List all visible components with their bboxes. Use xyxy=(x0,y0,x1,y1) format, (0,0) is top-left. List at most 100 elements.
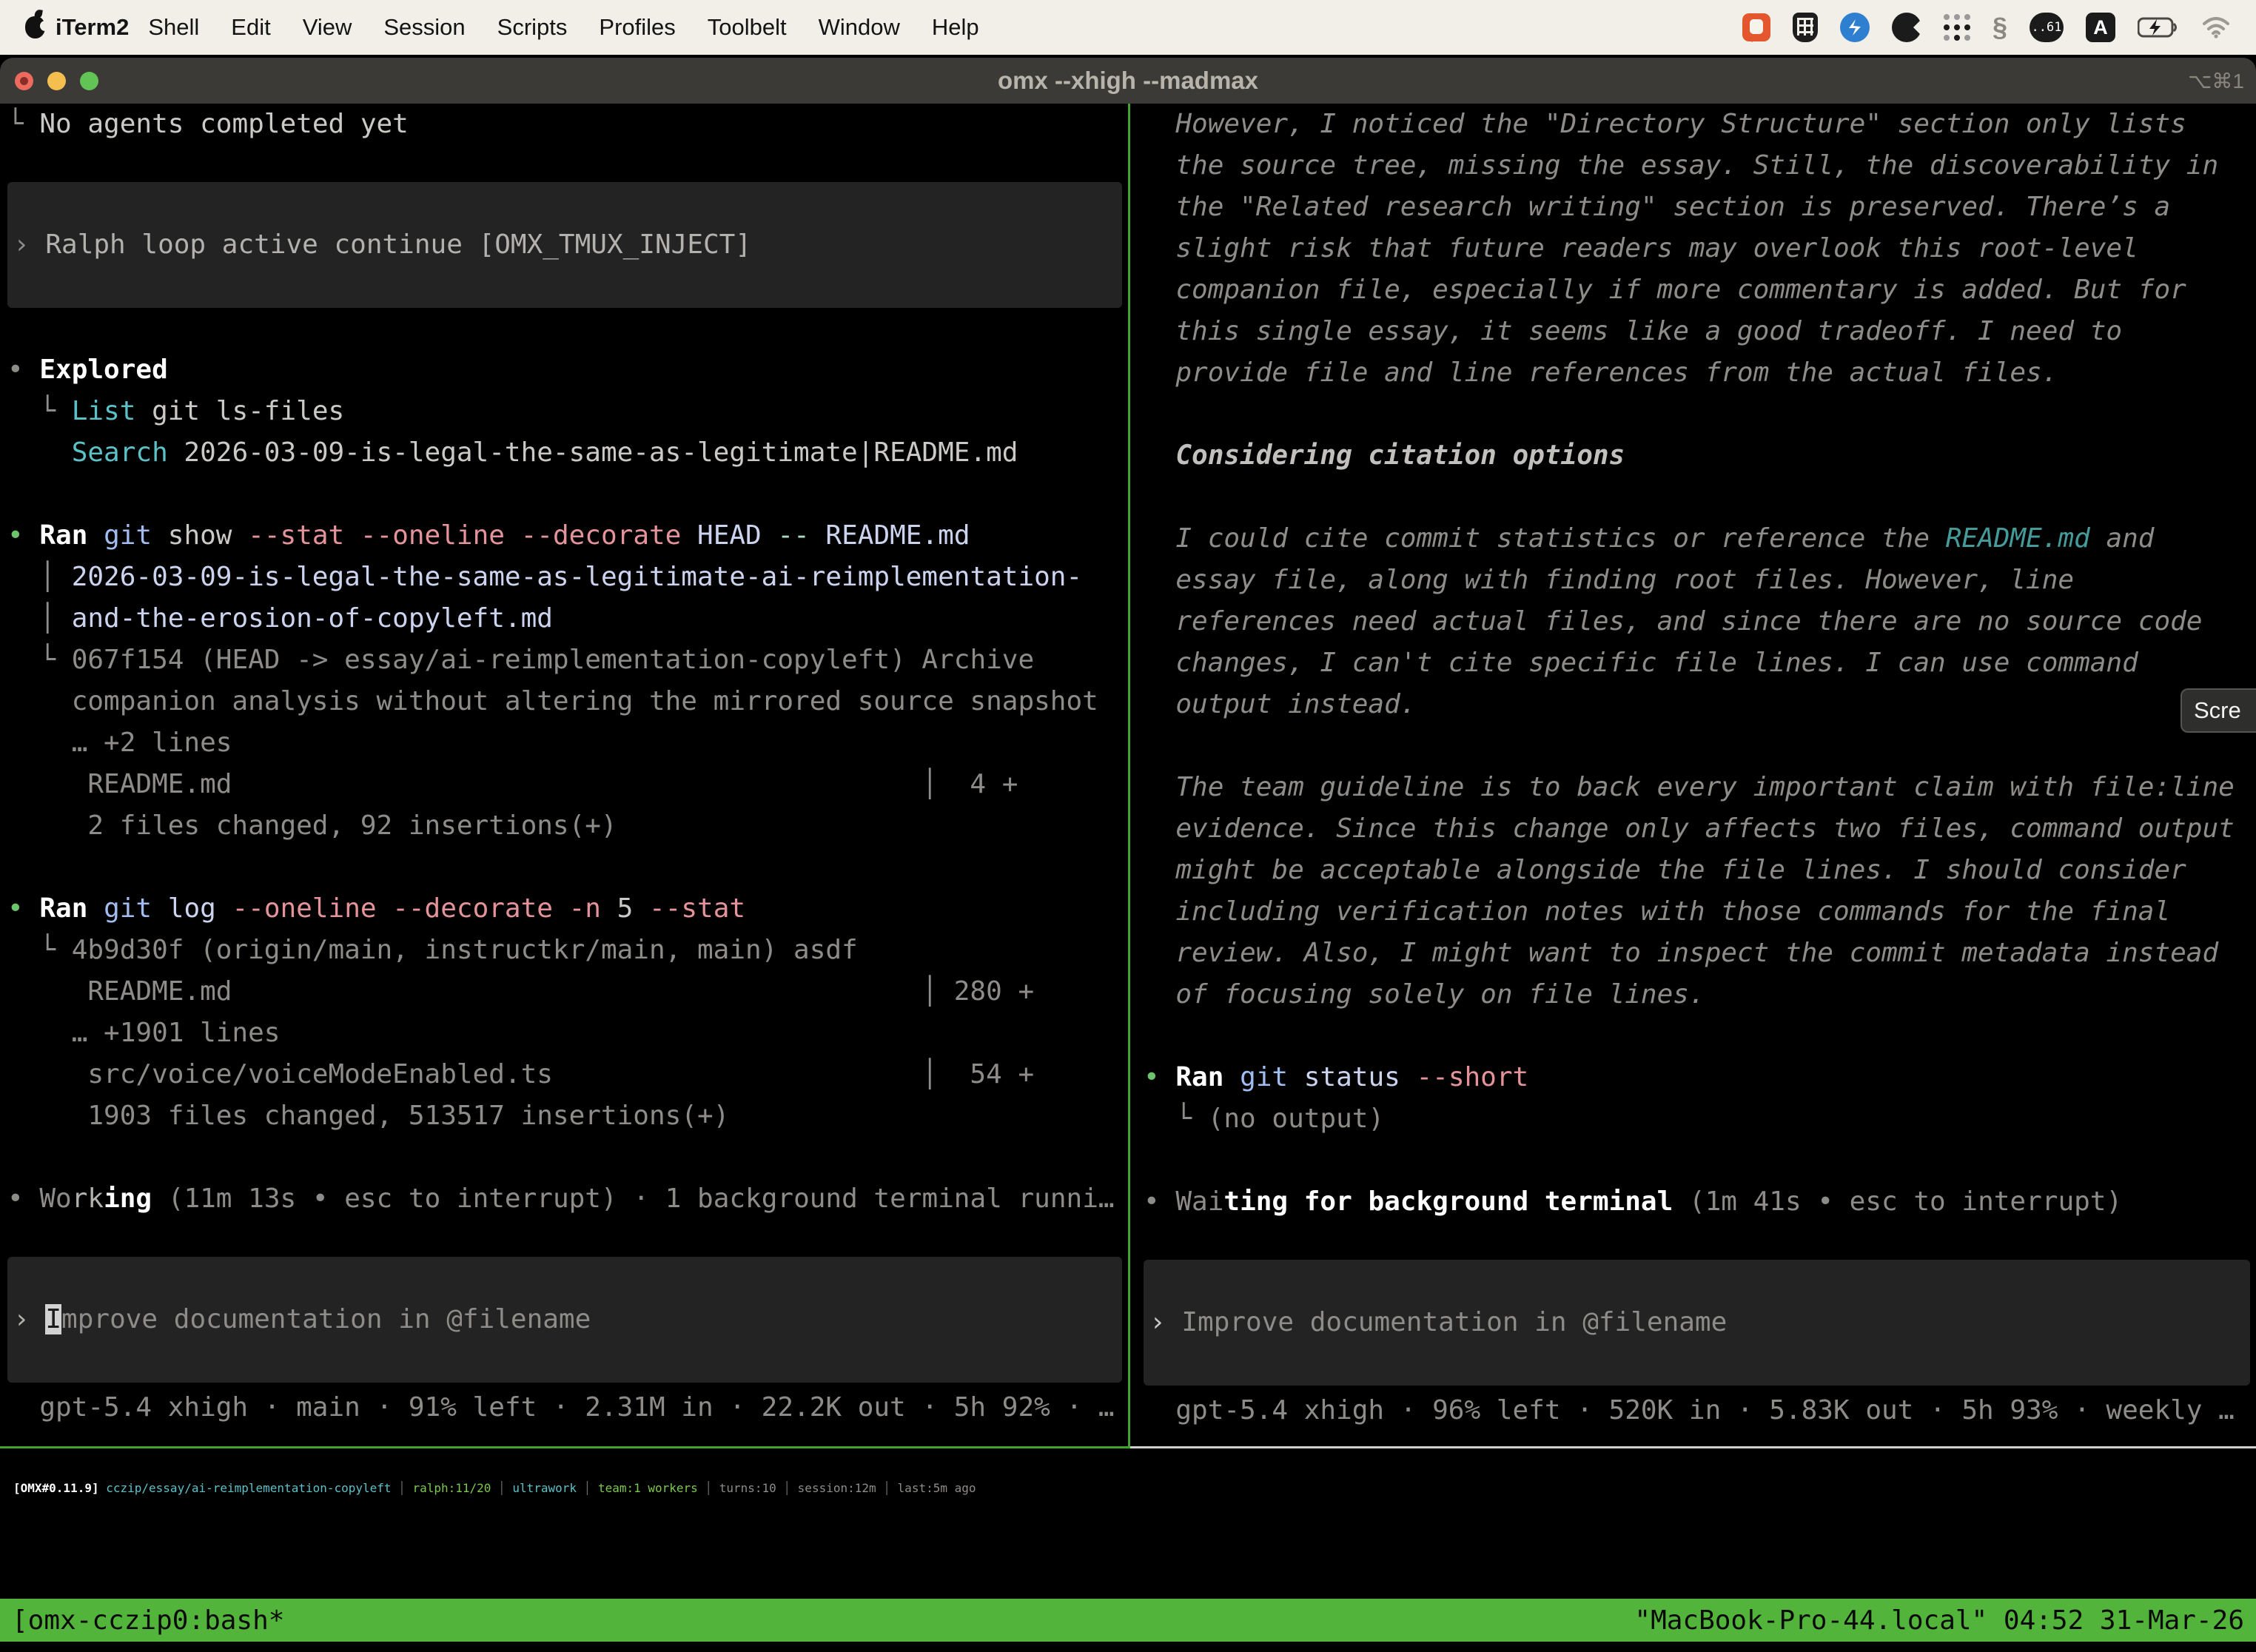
text-segment: … +1901 lines xyxy=(7,1018,280,1048)
text-segment: • xyxy=(1144,1186,1175,1217)
text-segment: 2026-03-09-is-legal-the-same-as-legitima… xyxy=(168,437,1018,468)
text-segment: references need actual files, and since … xyxy=(1144,606,2202,637)
wifi-icon[interactable] xyxy=(2201,16,2231,38)
text-segment: including verification notes with those … xyxy=(1144,896,2170,927)
model-status-line: gpt-5.4 xhigh · main · 91% left · 2.31M … xyxy=(7,1387,1128,1428)
text-segment: (no output) xyxy=(1208,1104,1384,1134)
text-segment: README.md xyxy=(810,520,970,551)
menu-item-window[interactable]: Window xyxy=(819,14,900,41)
text-segment: might be acceptable alongside the file l… xyxy=(1144,855,2186,885)
menu-item-toolbelt[interactable]: Toolbelt xyxy=(708,14,787,41)
text-segment: output instead. xyxy=(1144,689,1416,719)
text-segment: git xyxy=(87,520,152,551)
text-segment: --stat --oneline --decorate xyxy=(232,520,681,551)
prompt-text: › Ralph loop active continue [OMX_TMUX_I… xyxy=(13,224,751,266)
apple-menu-icon[interactable] xyxy=(25,16,45,38)
right-pane-border xyxy=(1130,1446,2256,1448)
menu-status-icons: § ..61 A xyxy=(1742,12,2231,43)
text-segment: the "Related research writing" section i… xyxy=(1144,192,2170,222)
git-log-output: src/voice/voiceModeEnabled.ts │ 54 + xyxy=(7,1054,1128,1095)
git-log-output: └ 4b9d30f (origin/main, instructkr/main,… xyxy=(7,930,1128,971)
screenshot-notification[interactable]: Scre xyxy=(2181,688,2256,733)
git-show-arg: │ and-the-erosion-of-copyleft.md xyxy=(7,598,1128,639)
agents-status-line: └ No agents completed yet xyxy=(7,104,1128,145)
left-agent-pane[interactable]: └ No agents completed yet › Ralph loop ac… xyxy=(0,104,1128,1446)
window-title-bar[interactable]: omx --xhigh --madmax ⌥⌘1 xyxy=(0,58,2256,104)
text-segment: │ xyxy=(876,1481,898,1495)
thinking-text: slight risk that future readers may over… xyxy=(1144,228,2256,269)
text-segment: └ xyxy=(7,935,72,965)
text-segment: No agents completed yet xyxy=(39,109,409,139)
squiggle-icon[interactable]: § xyxy=(1993,12,2007,43)
thinking-text: of focusing solely on file lines. xyxy=(1144,974,2256,1015)
record-app-icon[interactable] xyxy=(1892,13,1921,42)
menu-item-shell[interactable]: Shell xyxy=(148,14,199,41)
text-segment: 067f154 (HEAD -> essay/ai-reimplementati… xyxy=(72,645,1034,675)
text-segment: cczip/essay/ai-reimplementation-copyleft xyxy=(106,1481,391,1495)
text-segment: └ xyxy=(7,396,72,426)
thinking-heading: Considering citation options xyxy=(1144,435,2256,477)
text-segment: The team guideline is to back every impo… xyxy=(1144,772,2235,802)
text-segment: HEAD xyxy=(681,520,761,551)
prompt-text: › Improve documentation in @filename xyxy=(13,1299,591,1340)
thinking-text: The team guideline is to back every impo… xyxy=(1144,767,2256,808)
history-prompt-box[interactable]: › Ralph loop active continue [OMX_TMUX_I… xyxy=(7,182,1122,308)
explored-header: • Explored xyxy=(7,349,1128,391)
menu-items: Shell Edit View Session Scripts Profiles Toolb… xyxy=(148,14,978,41)
blank-line xyxy=(1144,725,2256,767)
blank-line xyxy=(7,1137,1128,1178)
tmux-pane-divider[interactable] xyxy=(1128,104,1130,1448)
text-segment: • xyxy=(7,1183,39,1214)
thinking-text: the source tree, missing the essay. Stil… xyxy=(1144,145,2256,187)
text-segment: rk xyxy=(72,1183,104,1214)
text-segment: README.md │ 280 + xyxy=(7,976,1034,1007)
git-status-output: └ (no output) xyxy=(1144,1098,2256,1140)
command-input-box[interactable]: › Improve documentation in @filename xyxy=(7,1257,1122,1383)
menu-item-profiles[interactable]: Profiles xyxy=(599,14,675,41)
explored-search: Search 2026-03-09-is-legal-the-same-as-l… xyxy=(7,432,1128,474)
terminal-area: └ No agents completed yet › Ralph loop ac… xyxy=(0,104,2256,1448)
text-segment: Wai xyxy=(1175,1186,1223,1217)
text-segment: Ralph loop active continue [OMX_TMUX_INJ… xyxy=(45,229,751,260)
ran-git-status: • Ran git status --short xyxy=(1144,1057,2256,1098)
menu-app-name[interactable]: iTerm2 xyxy=(56,14,129,41)
chat-app-icon[interactable] xyxy=(1742,13,1770,41)
gauge-icon[interactable]: ..61 xyxy=(2030,13,2064,42)
shield-icon[interactable] xyxy=(1793,13,1818,42)
text-segment: └ xyxy=(1144,1104,1208,1134)
text-segment: • xyxy=(7,355,39,385)
omx-status-text: [OMX#0.11.9] cczip/essay/ai-reimplementa… xyxy=(13,1468,2256,1509)
menu-item-help[interactable]: Help xyxy=(932,14,979,41)
model-status-line: gpt-5.4 xhigh · 96% left · 520K in · 5.8… xyxy=(1144,1390,2256,1431)
text-segment: changes, I can't cite specific file line… xyxy=(1144,648,2138,678)
text-segment: List xyxy=(72,396,136,426)
text-segment: slight risk that future readers may over… xyxy=(1144,233,2138,263)
right-agent-pane[interactable]: However, I noticed the "Directory Struct… xyxy=(1130,104,2256,1446)
text-segment: └ xyxy=(7,109,39,139)
text-segment: › xyxy=(1149,1307,1181,1337)
text-segment: evidence. Since this change only affects… xyxy=(1144,813,2235,844)
window-shortcut-hint: ⌥⌘1 xyxy=(2188,69,2244,93)
dots-grid-icon[interactable] xyxy=(1944,14,1970,41)
verified-badge-icon[interactable] xyxy=(1840,13,1870,42)
text-segment: I xyxy=(45,1304,61,1334)
battery-icon[interactable] xyxy=(2138,16,2179,38)
text-segment: git xyxy=(87,893,152,924)
menu-bar: iTerm2 Shell Edit View Session Scripts Profil… xyxy=(0,0,2256,55)
text-segment: log xyxy=(152,893,216,924)
git-show-arg: │ 2026-03-09-is-legal-the-same-as-legiti… xyxy=(7,557,1128,598)
text-segment: -- xyxy=(762,520,810,551)
command-input-box[interactable]: › Improve documentation in @filename xyxy=(1144,1260,2250,1386)
text-segment: (1m 41s • esc to interrupt) xyxy=(1673,1186,2122,1217)
menu-item-session[interactable]: Session xyxy=(383,14,465,41)
text-segment: --oneline --decorate -n xyxy=(216,893,601,924)
text-segment: git ls-files xyxy=(135,396,344,426)
menu-item-edit[interactable]: Edit xyxy=(231,14,270,41)
menu-item-scripts[interactable]: Scripts xyxy=(497,14,568,41)
menu-item-view[interactable]: View xyxy=(303,14,352,41)
input-source-icon[interactable]: A xyxy=(2086,13,2115,42)
text-segment: team:1 workers xyxy=(598,1481,698,1495)
text-segment: ing xyxy=(104,1183,152,1214)
text-segment: src/voice/voiceModeEnabled.ts │ 54 + xyxy=(7,1059,1034,1089)
text-segment: │ xyxy=(577,1481,598,1495)
